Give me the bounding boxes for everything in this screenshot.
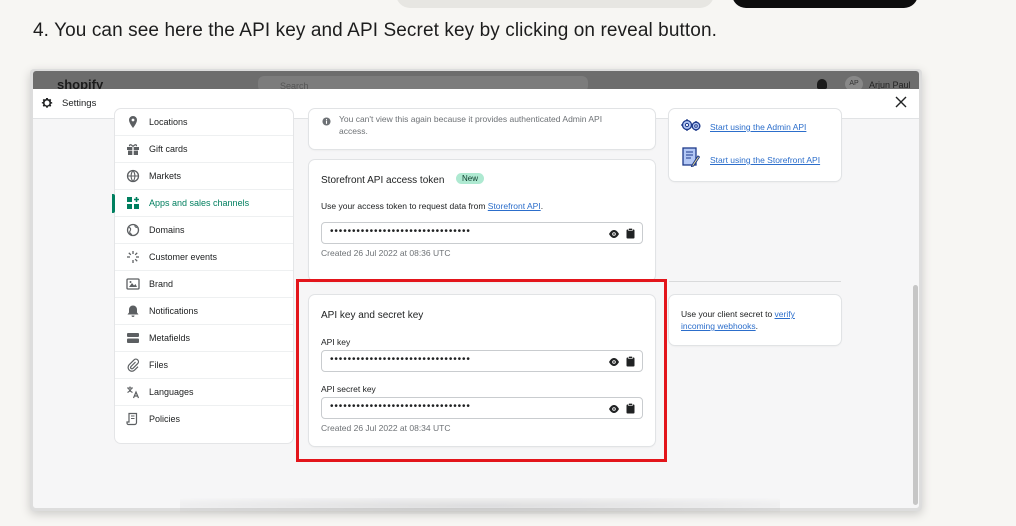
admin-token-note-line2: access. — [339, 126, 368, 136]
admin-bell-icon[interactable] — [817, 79, 827, 89]
storefront-description-suffix: . — [540, 201, 544, 211]
section-divider — [669, 281, 841, 282]
top-button-decoration — [732, 0, 918, 8]
settings-title: Settings — [62, 98, 97, 109]
sidebar-item-label: Policies — [149, 414, 181, 424]
storefront-api-doc-icon — [682, 147, 700, 167]
new-badge: New — [456, 173, 485, 184]
sparkle-icon — [127, 251, 139, 263]
api-links-card: Start using the Admin API Start using th… — [669, 109, 841, 181]
sidebar-item-policies[interactable]: Policies — [115, 406, 293, 433]
storefront-token-value: •••••••••••••••••••••••••••••••• — [330, 226, 471, 237]
admin-api-link[interactable]: Start using the Admin API — [710, 122, 806, 132]
client-secret-card: Use your client secret to verify incoming… — [669, 295, 841, 345]
gift-icon — [127, 144, 139, 155]
storefront-created-text: Created 26 Jul 2022 at 08:36 UTC — [321, 248, 451, 258]
sidebar-item-apps-and-sales-channels[interactable]: Apps and sales channels — [112, 190, 293, 217]
client-secret-prefix: Use your client secret to — [681, 309, 775, 319]
globe-icon — [126, 169, 140, 183]
admin-token-card: You can't view this again because it pro… — [309, 109, 655, 149]
sidebar-item-label: Brand — [149, 279, 174, 289]
sidebar-item-brand[interactable]: Brand — [115, 271, 293, 298]
storefront-token-card: Storefront API access token New Use your… — [309, 160, 655, 281]
sidebar-item-label: Markets — [149, 171, 182, 181]
sidebar-item-label: Files — [149, 360, 169, 370]
active-indicator — [112, 194, 115, 213]
sidebar-item-metafields[interactable]: Metafields — [115, 325, 293, 352]
settings-content: Locations Gift cards Markets Apps and sa… — [33, 109, 919, 508]
client-secret-text: Use your client secret to verify incoming… — [681, 308, 833, 332]
sidebar-item-label: Customer events — [149, 252, 218, 262]
highlight-box — [296, 279, 667, 462]
storefront-card-title: Storefront API access token — [321, 175, 445, 186]
sidebar-item-label: Metafields — [149, 333, 191, 343]
location-pin-icon — [129, 116, 137, 128]
sidebar-item-label: Gift cards — [149, 144, 188, 154]
clipboard-copy-icon[interactable] — [626, 228, 635, 239]
storefront-description-prefix: Use your access token to request data fr… — [321, 201, 488, 211]
translate-icon — [127, 386, 140, 399]
admin-topbar: shopify Search AP Arjun Paul — [33, 71, 919, 92]
client-secret-suffix: . — [755, 321, 759, 331]
metafields-icon — [127, 333, 139, 343]
gear-icon — [41, 97, 53, 108]
storefront-api-link-right[interactable]: Start using the Storefront API — [710, 155, 820, 165]
storefront-api-link[interactable]: Storefront API — [488, 201, 541, 211]
eye-reveal-icon[interactable] — [608, 229, 620, 239]
scrollbar[interactable] — [913, 285, 918, 505]
sidebar-item-gift-cards[interactable]: Gift cards — [115, 136, 293, 163]
sidebar-item-customer-events[interactable]: Customer events — [115, 244, 293, 271]
info-icon — [322, 117, 331, 126]
admin-token-note-line1: You can't view this again because it pro… — [339, 114, 603, 124]
brand-icon — [126, 278, 140, 290]
paperclip-icon — [127, 358, 140, 372]
sidebar-item-languages[interactable]: Languages — [115, 379, 293, 406]
sidebar-item-notifications[interactable]: Notifications — [115, 298, 293, 325]
sidebar-item-files[interactable]: Files — [115, 352, 293, 379]
sidebar-item-domains[interactable]: Domains — [115, 217, 293, 244]
storefront-description: Use your access token to request data fr… — [321, 201, 543, 211]
sidebar-item-label: Locations — [149, 117, 188, 127]
sidebar-item-label: Notifications — [149, 306, 199, 316]
sidebar-item-markets[interactable]: Markets — [115, 163, 293, 190]
close-icon[interactable] — [894, 95, 908, 109]
sidebar-item-label: Apps and sales channels — [149, 198, 250, 208]
admin-token-note: You can't view this again because it pro… — [339, 113, 639, 137]
bottom-shadow — [180, 498, 780, 514]
sidebar-item-label: Domains — [149, 225, 185, 235]
sidebar-item-label: Languages — [149, 387, 194, 397]
top-pill-decoration — [396, 0, 714, 8]
storefront-token-field[interactable]: •••••••••••••••••••••••••••••••• — [321, 222, 643, 244]
bell-icon — [127, 305, 139, 317]
policy-icon — [126, 412, 138, 426]
embedded-screenshot: shopify Search AP Arjun Paul Settings Lo… — [33, 71, 919, 508]
admin-api-gears-icon — [681, 119, 701, 131]
domain-globe-icon — [126, 223, 140, 237]
incoming-webhooks-link[interactable]: incoming webhooks — [681, 321, 756, 331]
sidebar-item-locations[interactable]: Locations — [115, 109, 293, 136]
settings-sidebar: Locations Gift cards Markets Apps and sa… — [112, 109, 293, 443]
instruction-text: 4. You can see here the API key and API … — [33, 20, 717, 41]
verify-link[interactable]: verify — [775, 309, 795, 319]
apps-icon — [127, 197, 139, 209]
